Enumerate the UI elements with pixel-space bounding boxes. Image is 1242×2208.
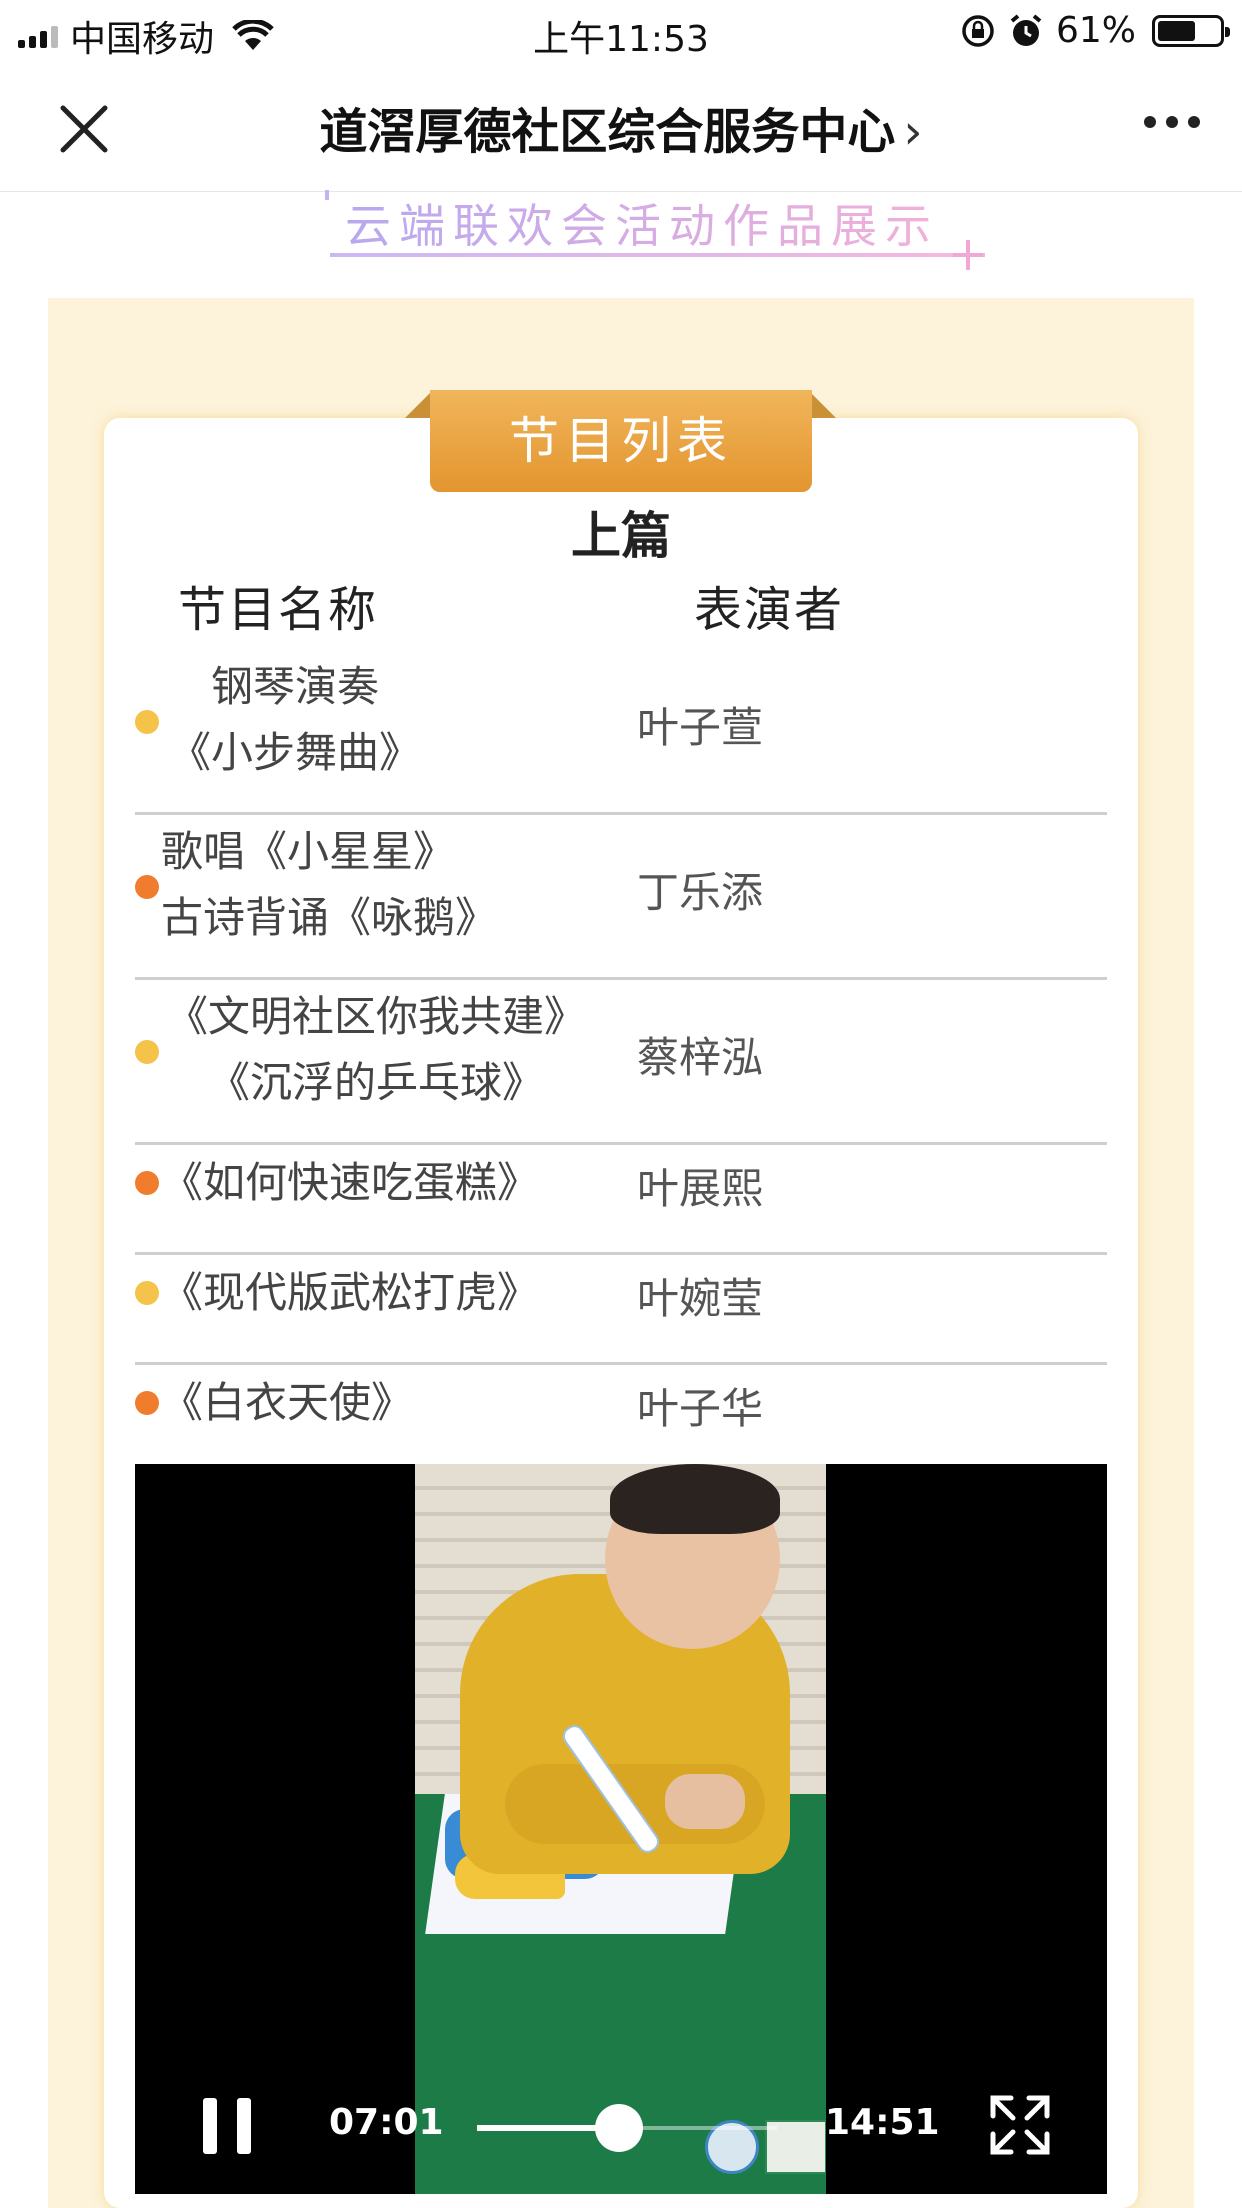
bullet-dot-icon bbox=[135, 1040, 159, 1064]
more-icon[interactable] bbox=[1144, 116, 1200, 128]
bullet-dot-icon bbox=[135, 875, 159, 899]
page-title[interactable]: 道滘厚德社区综合服务中心 › bbox=[150, 92, 1092, 162]
ribbon-fold-left bbox=[405, 392, 431, 418]
chevron-right-icon: › bbox=[903, 104, 923, 160]
program-row: 歌唱《小星星》 古诗背诵《咏鹅》 丁乐添 bbox=[135, 815, 1107, 980]
program-name-line: 歌唱《小星星》 bbox=[161, 827, 456, 876]
progress-thumb[interactable] bbox=[595, 2104, 643, 2152]
battery-percent: 61% bbox=[1055, 10, 1136, 51]
bullet-dot-icon bbox=[135, 1281, 159, 1305]
video-player[interactable]: 07:01 14:51 bbox=[135, 1464, 1107, 2194]
banner-decoration bbox=[325, 190, 329, 200]
current-time: 07:01 bbox=[329, 2102, 444, 2143]
nav-bar: 道滘厚德社区综合服务中心 › bbox=[0, 62, 1242, 192]
performer-name: 叶子萱 bbox=[637, 703, 764, 752]
program-name-line: 《小步舞曲》 bbox=[168, 728, 421, 777]
column-header-name: 节目名称 bbox=[178, 582, 379, 638]
page-title-text: 道滘厚德社区综合服务中心 bbox=[319, 104, 896, 160]
battery-fill bbox=[1158, 20, 1195, 41]
section-title: 上篇 bbox=[571, 507, 671, 565]
performer-name: 蔡梓泓 bbox=[637, 1033, 764, 1082]
column-header-performer: 表演者 bbox=[694, 582, 845, 638]
program-row: 《白衣天使》 叶子华 bbox=[135, 1365, 1107, 1475]
fullscreen-icon[interactable] bbox=[987, 2092, 1053, 2158]
program-name-line: 《白衣天使》 bbox=[161, 1378, 414, 1427]
banner-title-text: 云端联欢会活动作品展示 bbox=[345, 190, 939, 256]
performer-name: 叶婉莹 bbox=[637, 1274, 764, 1323]
program-name-line: 钢琴演奏 bbox=[210, 662, 379, 711]
program-row: 《如何快速吃蛋糕》 叶展熙 bbox=[135, 1145, 1107, 1255]
bullet-dot-icon bbox=[135, 1391, 159, 1415]
performer-name: 叶展熙 bbox=[637, 1164, 764, 1213]
program-row: 《现代版武松打虎》 叶婉莹 bbox=[135, 1255, 1107, 1365]
pause-icon[interactable] bbox=[203, 2098, 253, 2154]
program-row: 《文明社区你我共建》 《沉浮的乒乓球》 蔡梓泓 bbox=[135, 980, 1107, 1145]
program-name-line: 古诗背诵《咏鹅》 bbox=[161, 893, 498, 942]
banner-title: 云端联欢会活动作品展示 bbox=[325, 190, 985, 270]
status-right: 61% bbox=[960, 10, 1230, 51]
plus-decoration-icon-v bbox=[966, 240, 970, 270]
program-name-line: 《文明社区你我共建》 bbox=[165, 992, 586, 1041]
rotation-lock-icon bbox=[962, 14, 994, 47]
program-row: 钢琴演奏《小步舞曲》 叶子萱 bbox=[135, 650, 1107, 815]
battery-icon bbox=[1152, 14, 1230, 47]
close-icon[interactable] bbox=[55, 100, 113, 158]
video-controls: 07:01 14:51 bbox=[135, 2064, 1107, 2164]
ribbon-fold-right bbox=[810, 392, 836, 418]
program-name-line: 《如何快速吃蛋糕》 bbox=[161, 1158, 540, 1207]
performer-name: 丁乐添 bbox=[637, 868, 764, 917]
status-bar: 中国移动 上午11:53 61% bbox=[0, 0, 1242, 62]
banner-underline bbox=[330, 253, 985, 257]
bullet-dot-icon bbox=[135, 1171, 159, 1195]
program-list-ribbon: 节目列表 bbox=[430, 390, 812, 492]
total-time: 14:51 bbox=[825, 2102, 940, 2143]
program-name-line: 《沉浮的乒乓球》 bbox=[207, 1058, 544, 1107]
program-name-line: 《现代版武松打虎》 bbox=[161, 1268, 540, 1317]
performer-name: 叶子华 bbox=[637, 1384, 764, 1433]
alarm-icon bbox=[1010, 13, 1042, 46]
